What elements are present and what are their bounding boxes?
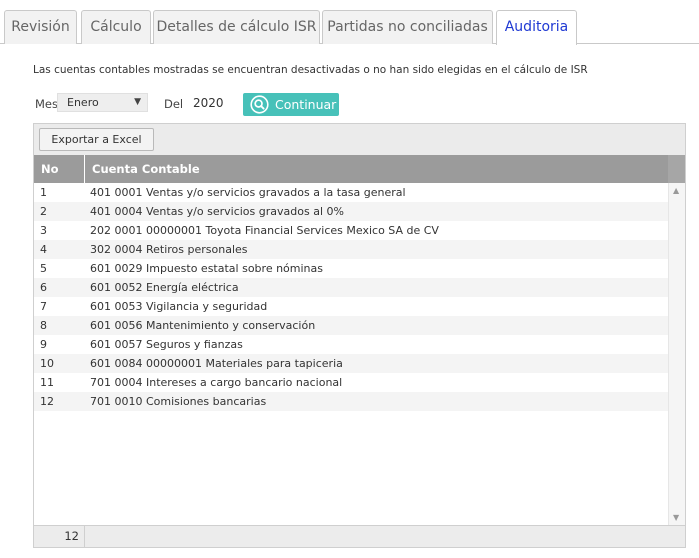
grid-header: No Cuenta Contable <box>34 155 685 183</box>
vertical-scrollbar[interactable]: ▲ ▼ <box>668 183 685 525</box>
table-row[interactable]: 12 701 0010 Comisiones bancarias <box>34 392 668 411</box>
continue-button[interactable]: Continuar <box>243 93 339 116</box>
cell-no: 3 <box>40 224 47 237</box>
cell-no: 11 <box>40 376 54 389</box>
cell-no: 6 <box>40 281 47 294</box>
triangle-up-icon[interactable]: ▲ <box>673 186 679 195</box>
table-row[interactable]: 5 601 0029 Impuesto estatal sobre nóminas <box>34 259 668 278</box>
table-row[interactable]: 7 601 0053 Vigilancia y seguridad <box>34 297 668 316</box>
table-row[interactable]: 1 401 0001 Ventas y/o servicios gravados … <box>34 183 668 202</box>
table-row[interactable]: 3 202 0001 00000001 Toyota Financial Serv… <box>34 221 668 240</box>
cell-no: 4 <box>40 243 47 256</box>
export-excel-button[interactable]: Exportar a Excel <box>39 128 154 151</box>
cell-cuenta: 601 0052 Energía eléctrica <box>90 281 239 294</box>
continue-button-label: Continuar <box>275 97 337 112</box>
cell-no: 10 <box>40 357 54 370</box>
table-row[interactable]: 4 302 0004 Retiros personales <box>34 240 668 259</box>
year-value[interactable]: 2020 <box>193 96 224 110</box>
cell-cuenta: 401 0001 Ventas y/o servicios gravados a… <box>90 186 406 199</box>
table-row[interactable]: 11 701 0004 Intereses a cargo bancario na… <box>34 373 668 392</box>
cell-no: 2 <box>40 205 47 218</box>
tab-calculo[interactable]: Cálculo <box>81 10 151 44</box>
cell-no: 8 <box>40 319 47 332</box>
table-row[interactable]: 8 601 0056 Mantenimiento y conservación <box>34 316 668 335</box>
tab-detalles-calculo-isr[interactable]: Detalles de cálculo ISR <box>153 10 320 44</box>
accounts-grid: Exportar a Excel No Cuenta Contable 1 401… <box>33 123 686 548</box>
grid-body: 1 401 0001 Ventas y/o servicios gravados … <box>34 183 668 525</box>
cell-cuenta: 601 0056 Mantenimiento y conservación <box>90 319 316 332</box>
cell-no: 1 <box>40 186 47 199</box>
grid-toolbar: Exportar a Excel <box>34 124 685 155</box>
mes-selected-value: Enero <box>67 96 99 109</box>
cell-cuenta: 601 0029 Impuesto estatal sobre nóminas <box>90 262 323 275</box>
cell-cuenta: 601 0084 00000001 Materiales para tapice… <box>90 357 343 370</box>
mes-label: Mes <box>35 97 58 111</box>
tab-revision[interactable]: Revisión <box>4 10 77 44</box>
cell-cuenta: 601 0057 Seguros y fianzas <box>90 338 243 351</box>
grid-footer: 12 <box>34 525 685 547</box>
table-row[interactable]: 2 401 0004 Ventas y/o servicios gravados … <box>34 202 668 221</box>
cell-no: 5 <box>40 262 47 275</box>
cell-no: 7 <box>40 300 47 313</box>
cell-cuenta: 401 0004 Ventas y/o servicios gravados a… <box>90 205 344 218</box>
search-icon <box>250 95 269 114</box>
cell-cuenta: 701 0010 Comisiones bancarias <box>90 395 267 408</box>
cell-cuenta: 601 0053 Vigilancia y seguridad <box>90 300 268 313</box>
del-label: Del <box>164 97 184 111</box>
cell-cuenta: 202 0001 00000001 Toyota Financial Servi… <box>90 224 439 237</box>
table-row[interactable]: 6 601 0052 Energía eléctrica <box>34 278 668 297</box>
notice-text: Las cuentas contables mostradas se encue… <box>33 64 588 76</box>
tab-partidas-no-conciliadas[interactable]: Partidas no conciliadas <box>322 10 493 44</box>
mes-select[interactable]: Enero ▼ <box>57 93 148 112</box>
chevron-down-icon: ▼ <box>134 97 141 107</box>
row-count: 12 <box>34 526 85 547</box>
cell-cuenta: 701 0004 Intereses a cargo bancario naci… <box>90 376 343 389</box>
column-header-cuenta-contable[interactable]: Cuenta Contable <box>86 155 200 183</box>
cell-no: 12 <box>40 395 54 408</box>
table-row[interactable]: 10 601 0084 00000001 Materiales para tapi… <box>34 354 668 373</box>
tab-bar: Revisión Cálculo Detalles de cálculo ISR… <box>0 0 699 45</box>
cell-cuenta: 302 0004 Retiros personales <box>90 243 248 256</box>
cell-no: 9 <box>40 338 47 351</box>
table-row[interactable]: 9 601 0057 Seguros y fianzas <box>34 335 668 354</box>
tab-auditoria[interactable]: Auditoria <box>496 10 577 45</box>
triangle-down-icon[interactable]: ▼ <box>673 513 679 522</box>
column-header-no[interactable]: No <box>34 155 85 183</box>
header-scroll-spacer <box>668 155 685 183</box>
